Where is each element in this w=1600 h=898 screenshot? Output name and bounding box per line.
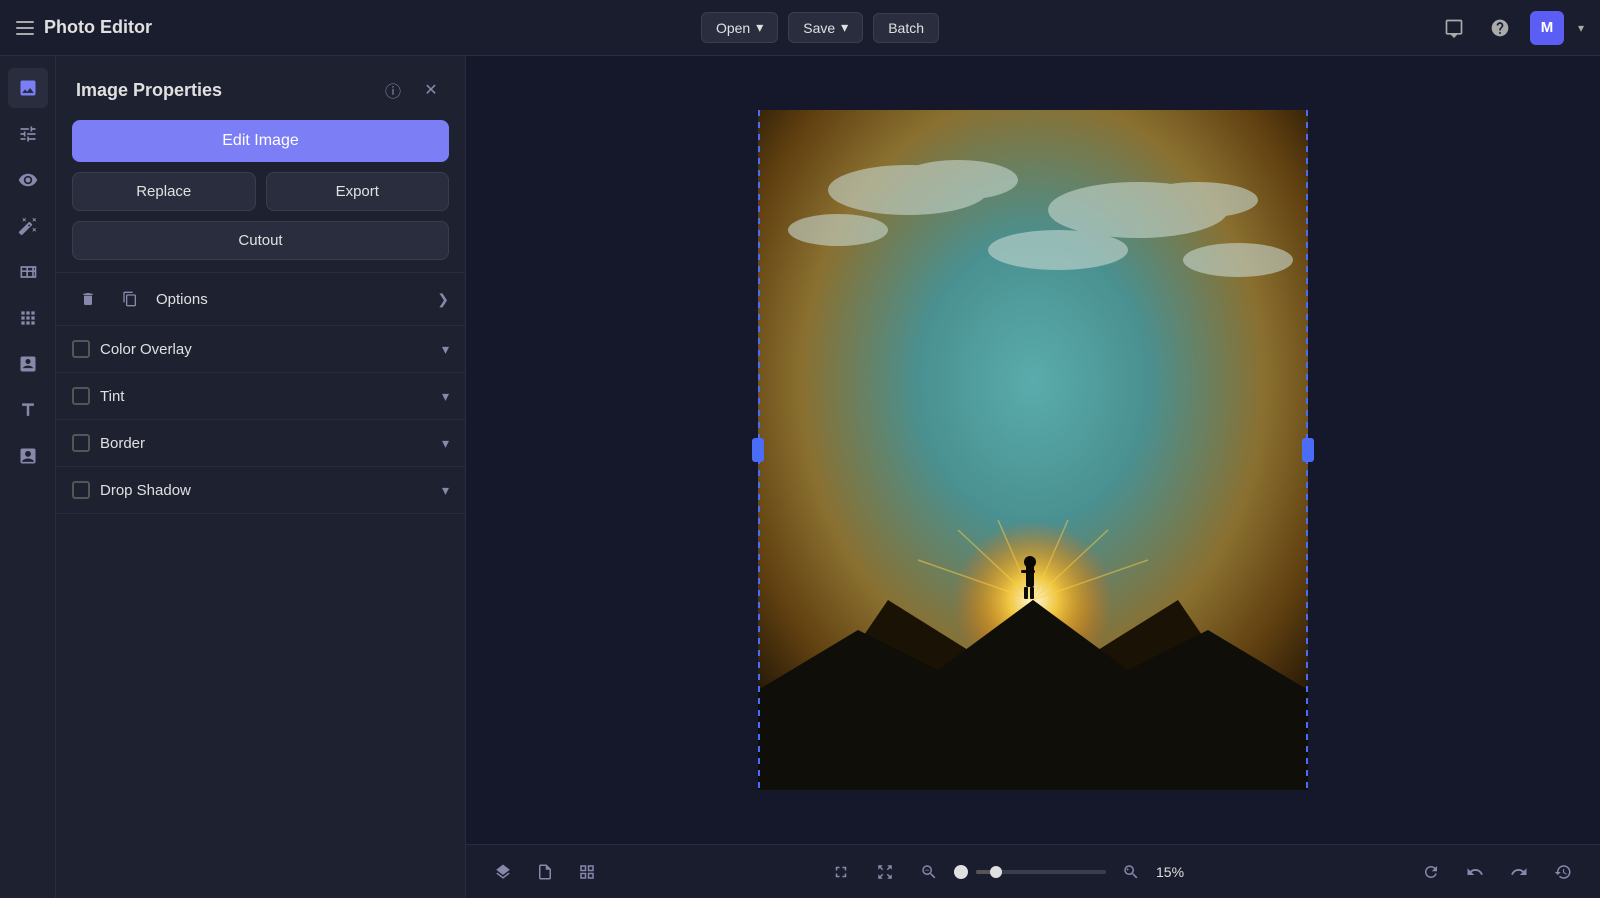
grid-icon[interactable]	[570, 855, 604, 889]
canvas-content	[466, 56, 1600, 844]
zoom-track[interactable]	[976, 870, 1106, 874]
bottom-toolbar: 15%	[466, 844, 1600, 898]
color-overlay-chevron-icon[interactable]: ▾	[442, 341, 449, 358]
chevron-down-icon: ▾	[841, 19, 848, 36]
comments-icon[interactable]	[1438, 12, 1470, 44]
color-overlay-label: Color Overlay	[100, 341, 432, 358]
delete-icon[interactable]	[72, 283, 104, 315]
sidebar-item-text[interactable]	[8, 390, 48, 430]
redo-icon[interactable]	[1502, 855, 1536, 889]
close-icon[interactable]: ✕	[417, 76, 445, 104]
sidebar-item-layout[interactable]	[8, 252, 48, 292]
duplicate-icon[interactable]	[114, 283, 146, 315]
panel-title: Image Properties	[76, 80, 222, 101]
zoom-handle	[954, 865, 968, 879]
export-button[interactable]: Export	[266, 172, 450, 211]
batch-button[interactable]: Batch	[873, 13, 939, 43]
save-button[interactable]: Save ▾	[788, 12, 863, 43]
menu-icon[interactable]	[16, 21, 34, 35]
topbar-center: Open ▾ Save ▾ Batch	[236, 12, 1404, 43]
left-sidebar	[0, 56, 56, 898]
replace-button[interactable]: Replace	[72, 172, 256, 211]
resize-handle-right[interactable]	[1302, 438, 1314, 462]
avatar-chevron-icon[interactable]: ▾	[1578, 21, 1584, 35]
layers-icon[interactable]	[486, 855, 520, 889]
chevron-down-icon: ▾	[756, 19, 763, 36]
sidebar-item-image[interactable]	[8, 68, 48, 108]
resize-handle-left[interactable]	[752, 438, 764, 462]
topbar-right: M ▾	[1404, 11, 1584, 45]
fullscreen-icon[interactable]	[824, 855, 858, 889]
canvas-area: 15%	[466, 56, 1600, 898]
pages-icon[interactable]	[528, 855, 562, 889]
refresh-icon[interactable]	[1414, 855, 1448, 889]
undo-icon[interactable]	[1458, 855, 1492, 889]
zoom-in-icon[interactable]	[1114, 855, 1148, 889]
options-row: Options ❯	[56, 272, 465, 326]
options-chevron-icon[interactable]: ❯	[437, 291, 449, 308]
panel-buttons: Edit Image Replace Export Cutout	[56, 120, 465, 272]
bottom-toolbar-center: 15%	[612, 855, 1406, 889]
topbar-left: Photo Editor	[16, 17, 236, 38]
zoom-out-icon[interactable]	[912, 855, 946, 889]
panel-header: Image Properties ⓘ ✕	[56, 56, 465, 120]
border-row[interactable]: Border ▾	[56, 420, 465, 467]
tint-chevron-icon[interactable]: ▾	[442, 388, 449, 405]
app-title: Photo Editor	[44, 17, 152, 38]
edit-image-button[interactable]: Edit Image	[72, 120, 449, 162]
tint-row[interactable]: Tint ▾	[56, 373, 465, 420]
sidebar-item-view[interactable]	[8, 160, 48, 200]
tint-checkbox[interactable]	[72, 387, 90, 405]
panel-header-icons: ⓘ ✕	[379, 76, 445, 104]
border-label: Border	[100, 435, 432, 452]
replace-export-row: Replace Export	[72, 172, 449, 211]
options-label: Options	[156, 291, 427, 308]
sidebar-item-components[interactable]	[8, 298, 48, 338]
sidebar-item-templates[interactable]	[8, 436, 48, 476]
properties-panel: Image Properties ⓘ ✕ Edit Image Replace …	[56, 56, 466, 898]
border-checkbox[interactable]	[72, 434, 90, 452]
effects-list: Color Overlay ▾ Tint ▾ Border ▾ Drop Sha…	[56, 326, 465, 514]
bottom-toolbar-right	[1414, 855, 1580, 889]
sidebar-item-adjustments[interactable]	[8, 114, 48, 154]
sidebar-item-effects[interactable]	[8, 206, 48, 246]
open-button[interactable]: Open ▾	[701, 12, 778, 43]
cutout-button[interactable]: Cutout	[72, 221, 449, 260]
history-icon[interactable]	[1546, 855, 1580, 889]
bottom-toolbar-left	[486, 855, 604, 889]
main-area: Image Properties ⓘ ✕ Edit Image Replace …	[0, 56, 1600, 898]
drop-shadow-label: Drop Shadow	[100, 482, 432, 499]
canvas-image	[758, 110, 1308, 790]
border-chevron-icon[interactable]: ▾	[442, 435, 449, 452]
color-overlay-checkbox[interactable]	[72, 340, 90, 358]
zoom-control: 15%	[912, 855, 1194, 889]
drop-shadow-checkbox[interactable]	[72, 481, 90, 499]
fit-screen-icon[interactable]	[868, 855, 902, 889]
avatar[interactable]: M	[1530, 11, 1564, 45]
info-icon[interactable]: ⓘ	[379, 76, 407, 104]
canvas-frame	[758, 110, 1308, 790]
zoom-thumb[interactable]	[990, 866, 1002, 878]
drop-shadow-row[interactable]: Drop Shadow ▾	[56, 467, 465, 514]
topbar: Photo Editor Open ▾ Save ▾ Batch M ▾	[0, 0, 1600, 56]
drop-shadow-chevron-icon[interactable]: ▾	[442, 482, 449, 499]
zoom-percent: 15%	[1156, 864, 1194, 880]
tint-label: Tint	[100, 388, 432, 405]
help-icon[interactable]	[1484, 12, 1516, 44]
sidebar-item-layers[interactable]	[8, 344, 48, 384]
color-overlay-row[interactable]: Color Overlay ▾	[56, 326, 465, 373]
